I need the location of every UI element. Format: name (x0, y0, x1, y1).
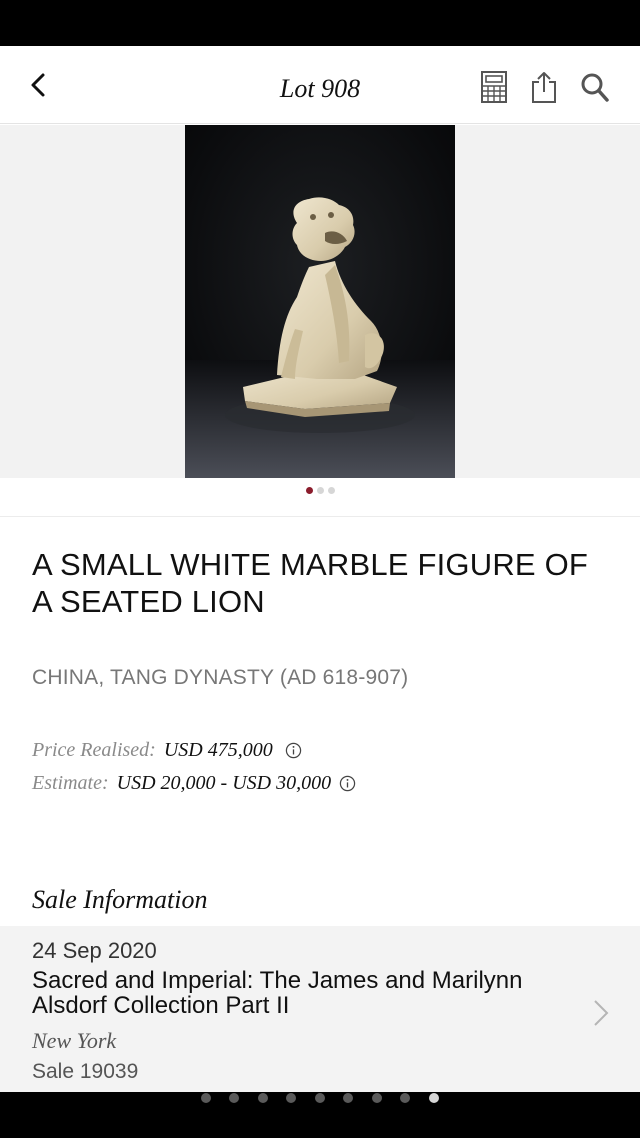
sale-information-card[interactable]: 24 Sep 2020 Sacred and Imperial: The Jam… (0, 926, 640, 1092)
sale-location: New York (32, 1028, 117, 1053)
page-indicator (0, 1092, 640, 1138)
chevron-left-icon (31, 73, 45, 97)
estimate-value: USD 20,000 - USD 30,000 (116, 772, 332, 794)
image-gallery[interactable] (0, 125, 640, 478)
page-dot[interactable] (229, 1093, 239, 1103)
lot-title: A SMALL WHITE MARBLE FIGURE OF A SEATED … (32, 547, 589, 619)
estimate-row: Estimate: USD 20,000 - USD 30,000 (32, 772, 356, 795)
price-realised-label: Price Realised: (32, 739, 156, 761)
estimate-label: Estimate: (32, 772, 109, 794)
page-dot-active[interactable] (429, 1093, 439, 1103)
gallery-dot[interactable] (316, 487, 324, 494)
lot-image[interactable] (185, 125, 455, 478)
chevron-right-icon (594, 1000, 609, 1026)
search-button[interactable] (579, 70, 611, 104)
top-nav-bar: Lot 908 (0, 46, 640, 124)
price-realised-value: USD 475,000 (163, 739, 273, 761)
page-dot[interactable] (400, 1093, 410, 1103)
page-dot[interactable] (315, 1093, 325, 1103)
page-dot[interactable] (343, 1093, 353, 1103)
sale-number: Sale 19039 (32, 1060, 139, 1083)
sale-name: Sacred and Imperial: The James and Maril… (32, 967, 523, 1019)
back-button[interactable] (22, 68, 56, 102)
divider (0, 516, 640, 517)
calculator-icon (481, 71, 507, 103)
search-icon (581, 73, 609, 102)
gallery-dot[interactable] (305, 487, 313, 494)
price-realised-row: Price Realised: USD 475,000 (32, 739, 302, 762)
info-icon[interactable] (339, 775, 356, 792)
page-dot[interactable] (372, 1093, 382, 1103)
gallery-dot[interactable] (327, 487, 335, 494)
share-icon (532, 72, 556, 103)
sale-date: 24 Sep 2020 (32, 938, 157, 963)
page-dot[interactable] (286, 1093, 296, 1103)
sale-information-heading: Sale Information (32, 885, 208, 914)
status-bar (0, 0, 640, 46)
info-icon[interactable] (285, 742, 302, 759)
gallery-pagination (0, 487, 640, 497)
page-dot[interactable] (201, 1093, 211, 1103)
share-button[interactable] (528, 70, 560, 104)
page-dot[interactable] (258, 1093, 268, 1103)
calculator-button[interactable] (478, 70, 510, 104)
lot-subtitle: CHINA, TANG DYNASTY (AD 618-907) (32, 666, 409, 689)
